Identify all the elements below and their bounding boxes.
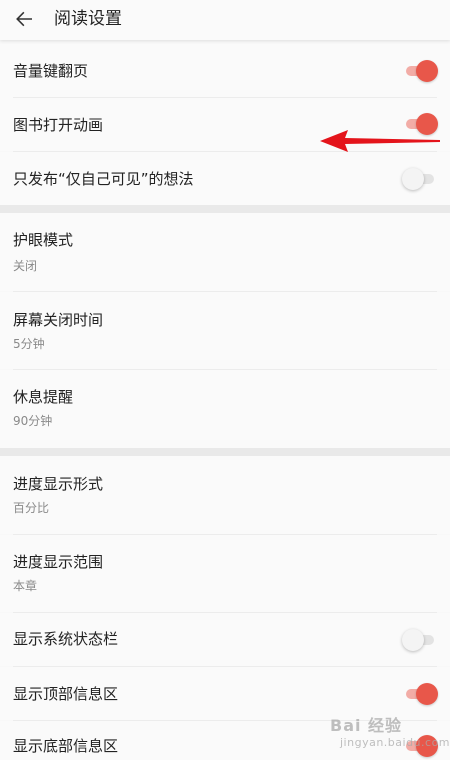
- back-button[interactable]: [12, 7, 36, 31]
- private-thoughts-only-toggle[interactable]: [402, 168, 438, 190]
- setting-label: 进度显示范围: [13, 553, 104, 571]
- setting-label: 只发布“仅自己可见”的想法: [13, 170, 194, 188]
- setting-label: 屏幕关闭时间: [13, 311, 104, 329]
- watermark-main: Bai 经验: [330, 716, 403, 735]
- annotation-arrow-icon: [320, 130, 440, 152]
- setting-label: 护眼模式: [13, 231, 74, 249]
- section-gap: [0, 205, 450, 213]
- setting-label: 休息提醒: [13, 388, 74, 406]
- setting-value: 90分钟: [13, 414, 53, 428]
- app-header: 阅读设置: [0, 0, 450, 40]
- setting-label: 音量键翻页: [13, 62, 89, 80]
- setting-eye-protection[interactable]: 护眼模式 关闭: [0, 213, 450, 291]
- section-gap: [0, 448, 450, 456]
- setting-label: 进度显示形式: [13, 475, 104, 493]
- setting-volume-key-page-turn[interactable]: 音量键翻页: [0, 44, 450, 98]
- watermark: Bai 经验 jingyan.baidu.com: [330, 706, 450, 756]
- setting-value: 本章: [13, 579, 38, 593]
- setting-private-thoughts-only[interactable]: 只发布“仅自己可见”的想法: [0, 152, 450, 205]
- setting-show-system-status-bar[interactable]: 显示系统状态栏: [0, 613, 450, 666]
- setting-screen-off-time[interactable]: 屏幕关闭时间 5分钟: [0, 292, 450, 369]
- setting-label: 显示顶部信息区: [13, 685, 119, 703]
- watermark-sub: jingyan.baidu.com: [340, 736, 450, 749]
- setting-value: 5分钟: [13, 337, 45, 351]
- show-top-info-area-toggle[interactable]: [402, 683, 438, 705]
- setting-label: 显示底部信息区: [13, 737, 119, 755]
- arrow-left-icon: [16, 11, 32, 27]
- setting-progress-display-range[interactable]: 进度显示范围 本章: [0, 535, 450, 612]
- setting-value: 关闭: [13, 259, 38, 273]
- volume-key-page-turn-toggle[interactable]: [402, 60, 438, 82]
- setting-progress-display-format[interactable]: 进度显示形式 百分比: [0, 456, 450, 534]
- setting-rest-reminder[interactable]: 休息提醒 90分钟: [0, 370, 450, 448]
- page-title: 阅读设置: [54, 9, 122, 29]
- setting-value: 百分比: [13, 501, 50, 515]
- setting-label: 显示系统状态栏: [13, 630, 119, 648]
- show-system-status-bar-toggle[interactable]: [402, 629, 438, 651]
- setting-label: 图书打开动画: [13, 116, 104, 134]
